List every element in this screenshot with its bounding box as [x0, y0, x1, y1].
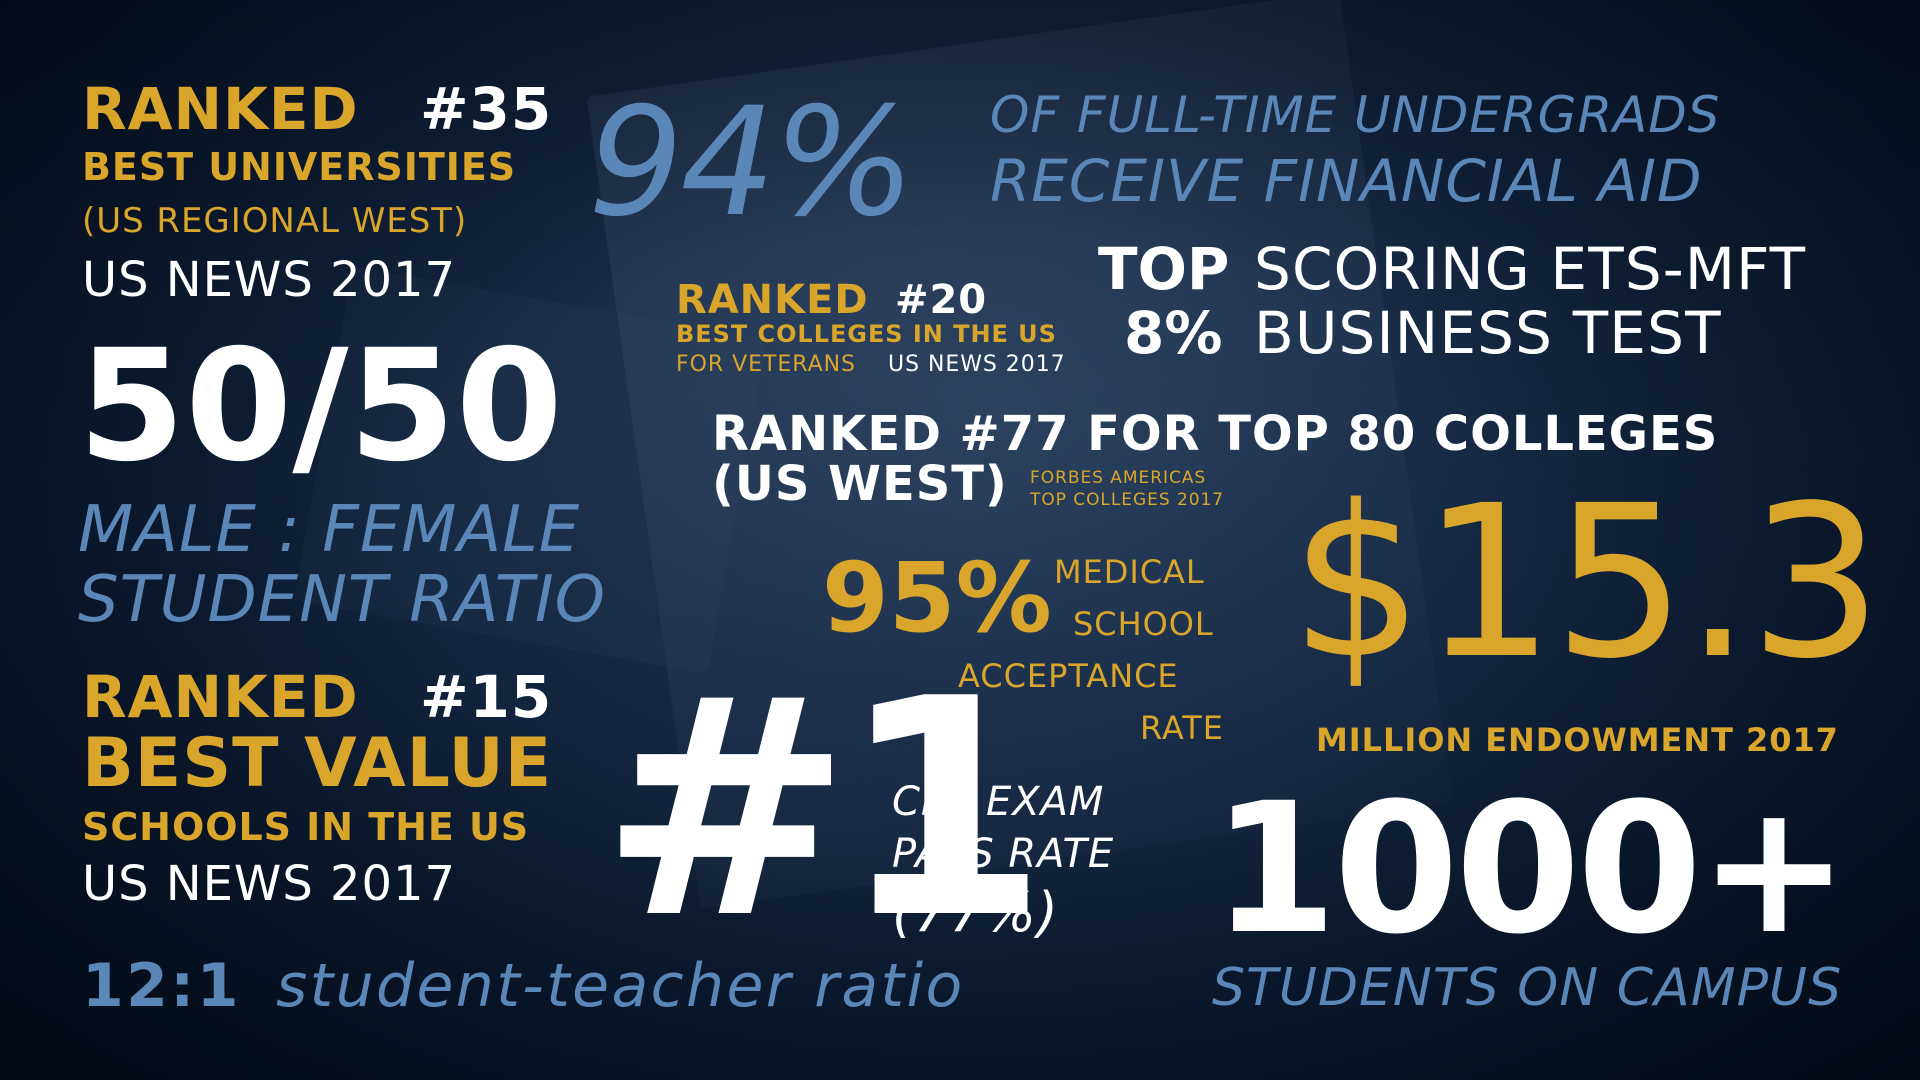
- rank15-line1: BEST VALUE: [82, 724, 553, 803]
- rank35-ranked: RANKED: [82, 75, 359, 143]
- medical-line4: RATE: [1140, 709, 1224, 747]
- cpa-line2: PASS RATE: [892, 831, 1115, 877]
- rank35-line2: (US REGIONAL WEST): [82, 201, 468, 241]
- rank20-ranked: RANKED: [676, 277, 869, 323]
- ets-line2: BUSINESS TEST: [1254, 299, 1722, 367]
- rank35-number: #35: [420, 75, 553, 143]
- rank20-source: US NEWS 2017: [888, 352, 1066, 377]
- rank15-line2: SCHOOLS IN THE US: [82, 805, 530, 849]
- rank77-line2: (US WEST): [712, 456, 1008, 512]
- rank15-ranked: RANKED: [82, 663, 359, 731]
- endowment-value: $15.3: [1290, 460, 1883, 705]
- teacher-label: student-teacher ratio: [276, 951, 965, 1021]
- rank77-source2: TOP COLLEGES 2017: [1030, 490, 1225, 510]
- students-label: STUDENTS ON CAMPUS: [1212, 958, 1843, 1018]
- ets-line1: SCORING ETS-MFT: [1254, 235, 1807, 303]
- rank35-source: US NEWS 2017: [82, 252, 456, 308]
- medical-percent: 95%: [822, 542, 1052, 654]
- aid-line2: RECEIVE FINANCIAL AID: [990, 147, 1703, 215]
- rank20-line1: BEST COLLEGES IN THE US: [676, 320, 1057, 348]
- rank15-source: US NEWS 2017: [82, 856, 456, 912]
- rank77-source1: FORBES AMERICAS: [1030, 468, 1207, 488]
- rank77-line1: RANKED #77 FOR TOP 80 COLLEGES: [712, 406, 1719, 462]
- rank15-number: #15: [420, 663, 553, 731]
- ratio-line1: MALE : FEMALE: [78, 493, 581, 567]
- cpa-line3: (77%): [892, 881, 1059, 944]
- rank20-line2: FOR VETERANS: [676, 352, 856, 377]
- rank35-line1: BEST UNIVERSITIES: [82, 145, 517, 189]
- ratio-line2: STUDENT RATIO: [78, 563, 607, 637]
- rank20-number: #20: [895, 277, 988, 323]
- endowment-label: MILLION ENDOWMENT 2017: [1316, 721, 1839, 759]
- ets-percent: 8%: [1124, 299, 1223, 367]
- students-value: 1000+: [1212, 765, 1849, 974]
- cpa-line1: CPA EXAM: [892, 779, 1105, 825]
- ets-top: TOP: [1098, 235, 1230, 303]
- medical-line2: SCHOOL: [1073, 605, 1214, 643]
- teacher-value: 12:1: [82, 951, 241, 1021]
- medical-line1: MEDICAL: [1054, 553, 1205, 591]
- aid-line1: OF FULL-TIME UNDERGRADS: [990, 86, 1721, 144]
- aid-percent: 94%: [588, 76, 915, 250]
- ratio-value: 50/50: [78, 317, 563, 496]
